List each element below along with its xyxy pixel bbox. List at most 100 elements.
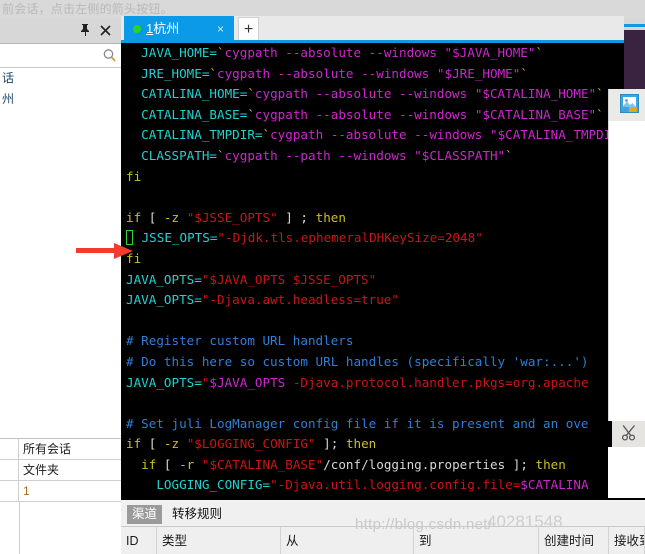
- terminal-token: "$CATALINA_HOME": [474, 86, 597, 102]
- terminal-line: if [ -r "$CATALINA_BASE"/conf/logging.pr…: [121, 455, 624, 476]
- terminal-line: # Register custom URL handlers: [121, 331, 624, 352]
- table-column-header[interactable]: ID: [121, 527, 157, 554]
- row-indicator-cell: [0, 481, 19, 501]
- close-icon[interactable]: [97, 23, 113, 39]
- scissors-icon[interactable]: [621, 424, 639, 442]
- terminal-token: # Do this here so custom URL handles (sp…: [126, 353, 589, 369]
- terminal-token: JAVA_HOME=: [141, 45, 217, 60]
- terminal-tab-hangzhou[interactable]: 1杭州 ×: [124, 16, 234, 42]
- terminal-token: cygpath --absolute --windows: [254, 106, 475, 122]
- table-column-header[interactable]: 类型: [157, 527, 281, 554]
- terminal-line: CLASSPATH=`cygpath --path --windows "$CL…: [121, 146, 624, 167]
- terminal-token: cygpath --absolute --windows: [254, 86, 475, 102]
- tab-status-dot: [133, 25, 141, 33]
- terminal-token: JSSE_OPTS=: [141, 230, 218, 246]
- terminal-token: `: [247, 106, 255, 122]
- row-label: 1: [23, 484, 30, 498]
- search-icon[interactable]: [102, 48, 117, 63]
- tab-title: 杭州: [153, 21, 180, 36]
- terminal-token: `: [596, 86, 604, 102]
- table-column-header[interactable]: 从: [281, 527, 414, 554]
- terminal-line: fi: [121, 167, 624, 188]
- tree-item[interactable]: 州: [0, 89, 121, 110]
- terminal-line: JSSE_OPTS="-Djdk.tls.ephemeralDHKeySize=…: [121, 228, 624, 249]
- terminal-token: $CATALINA: [520, 477, 589, 493]
- table-row[interactable]: 1: [0, 481, 121, 502]
- terminal-line: JAVA_HOME=`cygpath --absolute --windows …: [121, 43, 624, 64]
- terminal-window: 1杭州 × + JAVA_HOME=`cygpath --absolute --…: [121, 16, 624, 498]
- table-column-header[interactable]: 创建时间: [539, 527, 609, 554]
- terminal-token: "-Djava.awt.headless=true": [201, 292, 399, 308]
- terminal-token: `: [217, 45, 225, 60]
- terminal-line: fi: [121, 249, 624, 270]
- terminal-token: "$CATALINA_TMPDIR": [489, 127, 624, 143]
- right-accent-line: [624, 24, 645, 27]
- bottom-tab-channel[interactable]: 渠道: [127, 505, 163, 524]
- terminal-token: `: [217, 147, 225, 163]
- terminal-token: -z: [163, 436, 180, 452]
- row-indicator-cell: [0, 439, 19, 459]
- tab-close-icon[interactable]: ×: [217, 16, 224, 42]
- terminal-tabbar: 1杭州 × +: [121, 16, 624, 43]
- terminal-token: JRE_HOME=: [141, 65, 210, 81]
- terminal-token: [: [141, 209, 164, 225]
- table-empty-area: [0, 502, 121, 554]
- bottom-panel: 渠道 转移规则 ID类型从到创建时间接收到写: [121, 498, 645, 554]
- terminal-token: $JAVA_OPTS: [209, 374, 286, 390]
- terminal-token: "$JAVA_OPTS $JSSE_OPTS": [201, 271, 377, 287]
- terminal-token: fi: [126, 168, 142, 184]
- terminal-line: if [ -z "$JSSE_OPTS" ] ; then: [121, 208, 624, 229]
- table-row[interactable]: 文件夹: [0, 460, 121, 481]
- terminal-token: "-Djdk.tls.ephemeralDHKeySize=2048": [217, 230, 483, 246]
- terminal-line: # Do this here so custom URL handles (sp…: [121, 352, 624, 373]
- row-label: 所有会话: [23, 442, 72, 456]
- terminal-token: "$JAVA_HOME": [444, 45, 536, 60]
- terminal-token: # Register custom URL handlers: [126, 333, 354, 349]
- terminal-token: ];: [315, 436, 346, 452]
- terminal-line: CATALINA_BASE=`cygpath --absolute --wind…: [121, 105, 624, 126]
- terminal-token: `: [596, 106, 604, 122]
- terminal-line: CATALINA_HOME=`cygpath --absolute --wind…: [121, 84, 624, 105]
- row-label: 文件夹: [23, 463, 60, 477]
- bottom-tabbar: 渠道 转移规则: [121, 502, 645, 526]
- tree-item[interactable]: 话: [0, 68, 121, 89]
- terminal-content[interactable]: JAVA_HOME=`cygpath --absolute --windows …: [121, 43, 624, 498]
- image-icon[interactable]: [620, 94, 639, 113]
- terminal-token: `: [262, 127, 271, 143]
- terminal-token: `: [505, 147, 513, 163]
- new-tab-button[interactable]: +: [238, 17, 259, 42]
- pin-icon[interactable]: [77, 23, 93, 39]
- terminal-line: CATALINA_TMPDIR=`cygpath --absolute --wi…: [121, 125, 624, 146]
- table-row[interactable]: 所有会话: [0, 439, 121, 460]
- terminal-token: -r: [179, 456, 195, 472]
- search-input[interactable]: [0, 44, 98, 66]
- terminal-token: cygpath --absolute --windows: [270, 127, 490, 143]
- row-indicator-cell: [0, 460, 19, 480]
- terminal-token: JAVA_OPTS=: [126, 271, 202, 287]
- terminal-token: CATALINA_TMPDIR=: [141, 127, 263, 143]
- table-column-header[interactable]: 到: [414, 527, 539, 554]
- right-panel-white: [608, 121, 645, 421]
- terminal-token: LOGGING_CONFIG=: [156, 477, 271, 493]
- terminal-line: if [ -z "$LOGGING_CONFIG" ]; then: [121, 434, 624, 455]
- terminal-token: then: [345, 436, 377, 452]
- terminal-line: LOGGING_CONFIG="-Djava.util.logging.conf…: [121, 475, 624, 496]
- terminal-token: "$JRE_HOME": [436, 65, 521, 81]
- terminal-token: `: [209, 65, 218, 81]
- bottom-tab-transfer-rules[interactable]: 转移规则: [167, 505, 227, 524]
- terminal-token: cygpath --path --windows: [224, 147, 415, 163]
- table-column-header[interactable]: 接收到写: [609, 527, 645, 554]
- search-bar: [0, 44, 121, 68]
- terminal-token: # Set juli LogManager config file if it …: [126, 415, 589, 431]
- terminal-token: `: [520, 65, 528, 81]
